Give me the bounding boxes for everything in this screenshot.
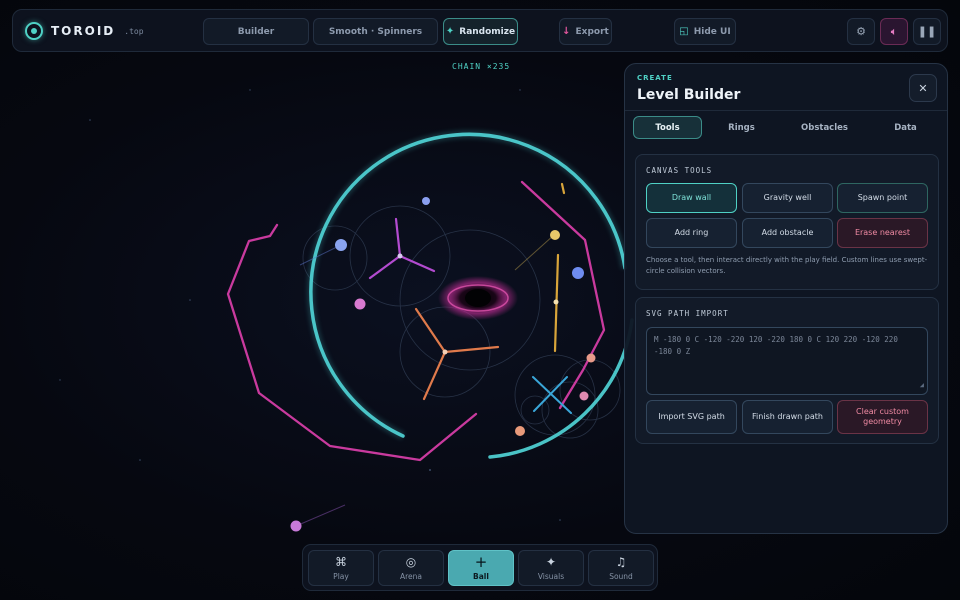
dock-label: Sound [609,571,633,581]
panel-tabs: Tools Rings Obstacles Data [633,116,939,139]
gear-icon: ⚙ [856,25,866,38]
gravity-well [438,276,518,320]
toroid-logo-icon [25,22,43,40]
tab-tools[interactable]: Tools [633,116,702,139]
spinner-orange [414,307,500,401]
panel-kicker: CREATE [637,74,673,82]
resize-handle-icon[interactable]: ◢ [920,380,924,392]
builder-button-label: Builder [237,26,275,37]
download-icon: ↓ [562,26,571,37]
command-icon: ⌘ [335,554,347,569]
panel-title: Level Builder [637,87,741,103]
svg-import-card: SVG PATH IMPORT M -180 0 C -120 -220 120… [635,297,939,444]
spinner-purple [368,217,436,280]
dock-label: Visuals [537,571,565,581]
draw-wall-button[interactable]: Draw wall [646,183,737,213]
top-bar: TOROID .top Builder Smooth · Spinners ✦ … [12,9,948,52]
brand[interactable]: TOROID .top [25,22,144,40]
hide-ui-button[interactable]: ◱ Hide UI [674,18,736,45]
canvas-tools-title: CANVAS TOOLS [646,166,713,175]
randomize-button-label: Randomize [459,26,516,37]
svg-path-value: M -180 0 C -120 -220 120 -220 180 0 C 12… [654,335,898,357]
dock-arena-button[interactable]: ◎ Arena [378,550,444,586]
spawn-point-button[interactable]: Spawn point [837,183,928,213]
custom-walls [226,180,606,462]
add-ring-button[interactable]: Add ring [646,218,737,248]
level-builder-panel: CREATE Level Builder ✕ Tools Rings Obsta… [624,63,948,534]
tab-obstacles[interactable]: Obstacles [788,116,861,139]
sound-toggle-button[interactable]: 🔈︎ [880,18,908,45]
export-button[interactable]: ↓ Export [559,18,612,45]
orbit-rings [302,205,621,439]
dock-label: Play [333,571,349,581]
music-note-icon: ♫ [615,554,627,569]
import-svg-path-button[interactable]: Import SVG path [646,400,737,434]
dock-ball-button[interactable]: + Ball [448,550,514,586]
erase-nearest-button[interactable]: Erase nearest [837,218,928,248]
clear-custom-geometry-button[interactable]: Clear custom geometry [837,400,928,434]
svg-import-title: SVG PATH IMPORT [646,309,729,318]
dock-visuals-button[interactable]: ✦ Visuals [518,550,584,586]
dock-play-button[interactable]: ⌘ Play [308,550,374,586]
settings-button[interactable]: ⚙ [847,18,875,45]
canvas-tools-card: CANVAS TOOLS Draw wall Gravity well Spaw… [635,154,939,290]
chain-counter: CHAIN ×235 [452,62,511,71]
app-domain: .top [124,26,144,36]
randomize-button[interactable]: ✦ Randomize [443,18,518,45]
export-button-label: Export [575,26,609,37]
bottom-dock: ⌘ Play ◎ Arena + Ball ✦ Visuals ♫ Sound [302,544,658,591]
add-obstacle-button[interactable]: Add obstacle [742,218,833,248]
tab-data[interactable]: Data [871,116,940,139]
dock-label: Ball [473,571,489,581]
speaker-icon: 🔈︎ [890,24,898,38]
gravity-well-button[interactable]: Gravity well [742,183,833,213]
hide-ui-button-label: Hide UI [693,26,731,37]
svg-path-textarea[interactable]: M -180 0 C -120 -220 120 -220 180 0 C 12… [646,327,928,395]
plus-icon: + [474,552,488,571]
sparkle-icon: ✦ [445,26,455,37]
builder-button[interactable]: Builder [203,18,309,45]
spinner-gold [553,182,566,353]
dock-label: Arena [399,571,422,581]
preset-button-label: Smooth · Spinners [328,26,423,37]
window-icon: ◱ [679,26,689,37]
preset-button[interactable]: Smooth · Spinners [313,18,438,45]
finish-drawn-path-button[interactable]: Finish drawn path [742,400,833,434]
panel-divider [625,110,947,111]
pause-icon: ❚❚ [917,25,937,38]
target-icon: ◎ [405,554,417,569]
close-icon: ✕ [918,81,928,95]
app-name: TOROID [51,24,116,38]
dock-sound-button[interactable]: ♫ Sound [588,550,654,586]
sparkle-icon: ✦ [545,554,557,569]
canvas-tools-help: Choose a tool, then interact directly wi… [646,256,928,275]
pause-button[interactable]: ❚❚ [913,18,941,45]
close-panel-button[interactable]: ✕ [909,74,937,102]
tab-rings[interactable]: Rings [707,116,776,139]
